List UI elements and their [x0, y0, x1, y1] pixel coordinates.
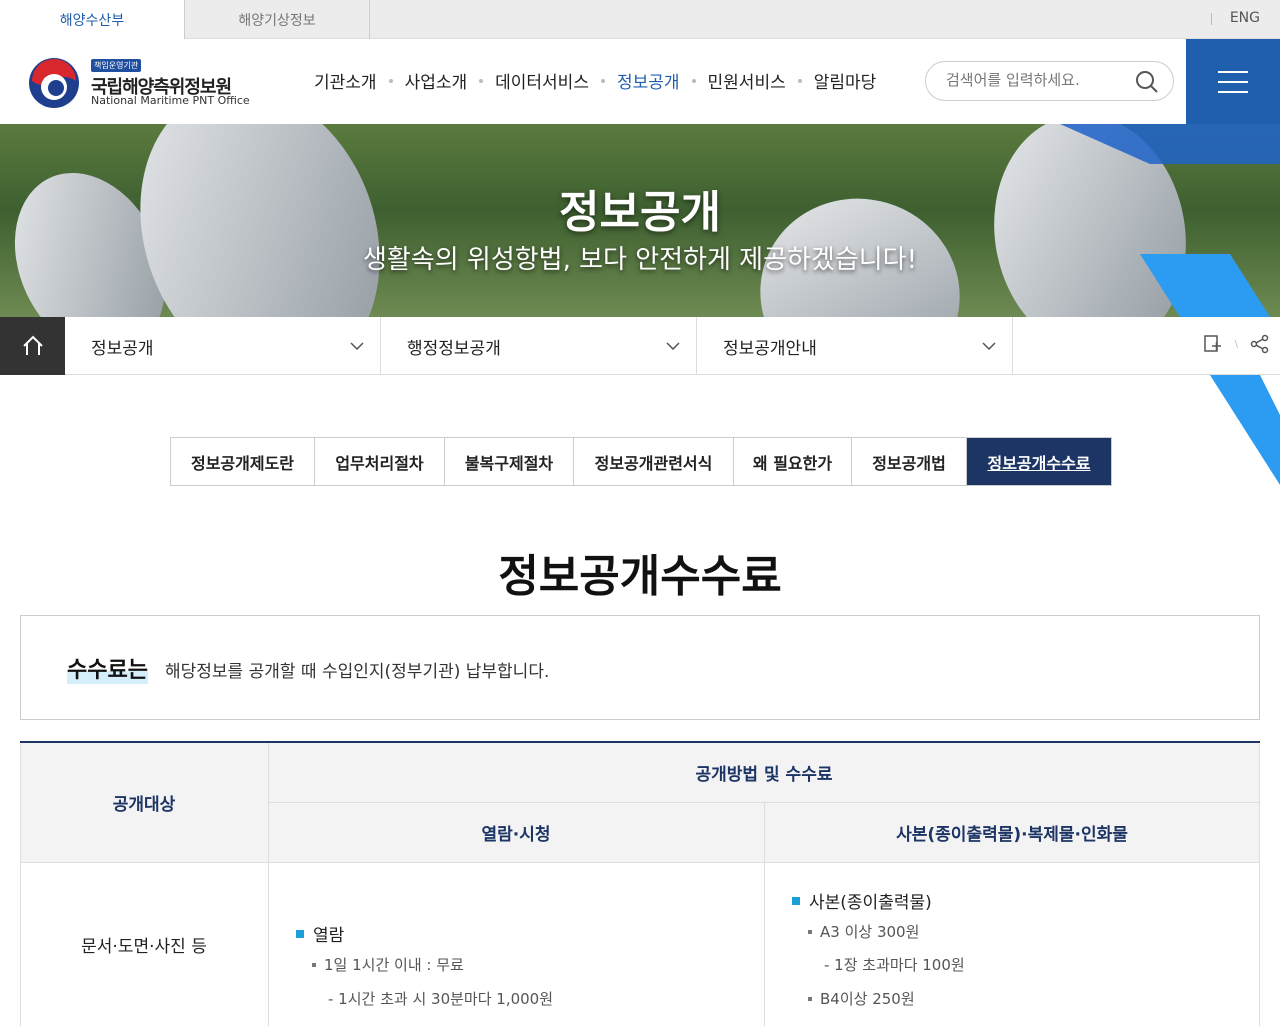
- tab-marine-weather[interactable]: 해양기상정보: [185, 0, 370, 39]
- home-button[interactable]: [0, 317, 65, 375]
- utility-buttons: \: [1203, 334, 1270, 354]
- copy-item: A3 이상 300원: [808, 921, 919, 942]
- chevron-down-icon: [666, 342, 680, 350]
- nav-separator: [600, 78, 605, 83]
- page-title: 정보공개수수료: [498, 551, 782, 602]
- view-subitem: - 1시간 초과 시 30분마다 1,000원: [328, 990, 554, 1008]
- divider: [764, 803, 765, 1026]
- nav-separator: [388, 78, 393, 83]
- column-header-target: 공개대상: [20, 743, 268, 863]
- info-text: 해당정보를 공개할 때 수입인지(정부기관) 납부합니다.: [165, 662, 550, 682]
- tab-ministry[interactable]: 해양수산부: [0, 0, 185, 39]
- subtab-system[interactable]: 정보공개제도란: [171, 438, 315, 485]
- column-header-method: 공개방법 및 수수료: [268, 743, 1260, 803]
- column-header-copy: 사본(종이출력물)·복제물·인화물: [764, 803, 1260, 863]
- all-menu-button[interactable]: [1186, 39, 1280, 124]
- row-target-cell: 문서·도면·사진 등: [81, 937, 207, 957]
- government-logo-icon[interactable]: [28, 57, 80, 109]
- chevron-down-icon: [982, 342, 996, 350]
- nav-separator: [479, 78, 484, 83]
- nav-item-business[interactable]: 사업소개: [405, 68, 468, 93]
- top-bar: 해양수산부 해양기상정보 ENG: [0, 0, 1280, 39]
- hero-title: 정보공개: [559, 187, 721, 238]
- nav-item-data-service[interactable]: 데이터서비스: [495, 68, 589, 93]
- info-highlight: 수수료는: [67, 652, 148, 684]
- divider: [268, 743, 269, 1026]
- location-dropdown-level2[interactable]: 행정정보공개: [381, 317, 697, 375]
- copy-title: 사본(종이출력물): [792, 888, 932, 913]
- subtab-fee[interactable]: 정보공개수수료: [967, 438, 1111, 485]
- subtab-procedure[interactable]: 업무처리절차: [315, 438, 445, 485]
- decorative-stripe: [1210, 375, 1280, 485]
- search-input[interactable]: [946, 71, 1131, 89]
- view-item: 1일 1시간 이내 : 무료: [312, 954, 464, 975]
- chevron-down-icon: [350, 342, 364, 350]
- location-label: 행정정보공개: [407, 338, 501, 359]
- subtab-forms[interactable]: 정보공개관련서식: [574, 438, 734, 485]
- copy-subitem: - 1장 초과마다 100원: [824, 956, 965, 974]
- share-icon[interactable]: [1250, 334, 1270, 354]
- divider: [1259, 743, 1260, 1026]
- info-box: 수수료는 해당정보를 공개할 때 수입인지(정부기관) 납부합니다.: [20, 615, 1260, 720]
- search-box: [925, 61, 1174, 101]
- subtab-why[interactable]: 왜 필요한가: [734, 438, 852, 485]
- print-icon[interactable]: [1203, 334, 1223, 354]
- site-header: 책임운영기관 국립해양측위정보원 National Maritime PNT O…: [0, 39, 1280, 124]
- subtab-appeal[interactable]: 불복구제절차: [445, 438, 574, 485]
- separator: \: [1234, 338, 1238, 350]
- nav-item-notice[interactable]: 알림마당: [814, 68, 877, 93]
- column-header-view: 열람·시청: [268, 803, 764, 863]
- location-bar: 정보공개 행정정보공개 정보공개안내 \: [0, 317, 1280, 375]
- location-dropdown-level1[interactable]: 정보공개: [65, 317, 381, 375]
- nav-item-civil-service[interactable]: 민원서비스: [708, 68, 786, 93]
- location-dropdown-level3[interactable]: 정보공개안내: [697, 317, 1013, 375]
- fee-table: 공개대상 공개방법 및 수수료 열람·시청 사본(종이출력물)·복제물·인화물 …: [20, 741, 1260, 1026]
- language-eng-link[interactable]: ENG: [1230, 10, 1260, 26]
- nav-item-info-disclosure[interactable]: 정보공개: [617, 68, 680, 93]
- view-title: 열람: [296, 921, 344, 946]
- main-nav: 기관소개 사업소개 데이터서비스 정보공개 민원서비스 알림마당: [314, 68, 876, 93]
- nav-separator: [691, 78, 696, 83]
- location-label: 정보공개: [91, 338, 154, 359]
- nav-item-about[interactable]: 기관소개: [314, 68, 377, 93]
- site-name-english: National Maritime PNT Office: [91, 94, 250, 107]
- hamburger-icon: [1218, 70, 1248, 93]
- logo-badge: 책임운영기관: [91, 59, 142, 72]
- hero-subtitle: 생활속의 위성항법, 보다 안전하게 제공하겠습니다!: [362, 245, 918, 275]
- nav-separator: [797, 78, 802, 83]
- hero-banner: 정보공개 생활속의 위성항법, 보다 안전하게 제공하겠습니다!: [0, 124, 1280, 317]
- search-icon[interactable]: [1135, 70, 1159, 94]
- divider: [1211, 13, 1212, 25]
- location-label: 정보공개안내: [723, 338, 817, 359]
- home-icon: [22, 335, 43, 355]
- subtab-law[interactable]: 정보공개법: [852, 438, 967, 485]
- copy-item: B4이상 250원: [808, 988, 915, 1009]
- sub-tabs: 정보공개제도란 업무처리절차 불복구제절차 정보공개관련서식 왜 필요한가 정보…: [170, 437, 1112, 486]
